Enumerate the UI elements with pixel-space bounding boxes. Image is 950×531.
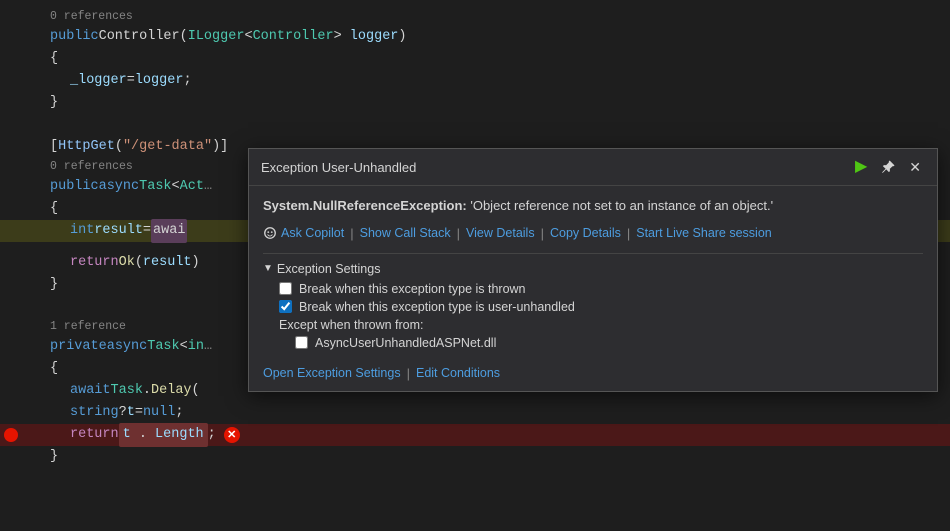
copilot-icon [263, 226, 277, 240]
popup-links: Ask Copilot | Show Call Stack | View Det… [263, 226, 923, 241]
exception-popup: Exception User-Unhandled ▶ ✕ System.Null… [248, 148, 938, 392]
checkbox-row-thrown: Break when this exception type is thrown [279, 282, 923, 296]
exception-settings-title: Exception Settings [277, 262, 381, 276]
exception-message: System.NullReferenceException: 'Object r… [263, 196, 923, 216]
popup-body: System.NullReferenceException: 'Object r… [249, 186, 937, 358]
except-when-label: Except when thrown from: [279, 318, 923, 332]
checkbox-row-unhandled: Break when this exception type is user-u… [279, 300, 923, 314]
show-call-stack-link[interactable]: Show Call Stack [360, 226, 451, 240]
pin-button[interactable] [877, 158, 899, 176]
popup-footer: Open Exception Settings | Edit Condition… [249, 358, 937, 391]
code-line-string-t: string ? t = null ; [0, 402, 950, 424]
code-line-return-t-length: return t . Length ; ✕ [0, 424, 950, 446]
break-unhandled-label: Break when this exception type is user-u… [299, 300, 575, 314]
popup-header-actions: ▶ ✕ [851, 157, 925, 177]
checkbox-row-async: AsyncUserUnhandledASPNet.dll [295, 336, 923, 350]
exception-settings: ▼ Exception Settings Break when this exc… [263, 253, 923, 350]
code-line-brace-open-1: { [0, 48, 950, 70]
exception-type: System.NullReferenceException: [263, 198, 467, 213]
breakpoint-indicator [4, 428, 18, 442]
start-live-share-link[interactable]: Start Live Share session [636, 226, 772, 240]
continue-button[interactable]: ▶ [851, 157, 871, 177]
exception-text: 'Object reference not set to an instance… [470, 198, 773, 213]
open-exception-settings-link[interactable]: Open Exception Settings [263, 366, 401, 380]
view-details-link[interactable]: View Details [466, 226, 535, 240]
popup-header: Exception User-Unhandled ▶ ✕ [249, 149, 937, 186]
code-line-blank-1 [0, 114, 950, 136]
exception-settings-header: ▼ Exception Settings [263, 262, 923, 276]
break-unhandled-checkbox[interactable] [279, 300, 292, 313]
ask-copilot-link[interactable]: Ask Copilot [281, 226, 344, 240]
async-unhandled-label: AsyncUserUnhandledASPNet.dll [315, 336, 496, 350]
code-line-logger-assign: _logger = logger ; [0, 70, 950, 92]
code-line-constructor-sig: public Controller( ILogger < Controller … [0, 26, 950, 48]
popup-title: Exception User-Unhandled [261, 160, 416, 175]
edit-conditions-link[interactable]: Edit Conditions [416, 366, 500, 380]
code-line-brace-close-3: } [0, 446, 950, 468]
break-thrown-label: Break when this exception type is thrown [299, 282, 526, 296]
close-button[interactable]: ✕ [905, 158, 925, 176]
break-thrown-checkbox[interactable] [279, 282, 292, 295]
error-badge: ✕ [224, 427, 240, 443]
code-line-brace-close-1: } [0, 92, 950, 114]
async-unhandled-checkbox[interactable] [295, 336, 308, 349]
collapse-arrow-icon: ▼ [263, 263, 273, 274]
ref-line-constructor: 0 references [0, 8, 950, 26]
copy-details-link[interactable]: Copy Details [550, 226, 621, 240]
